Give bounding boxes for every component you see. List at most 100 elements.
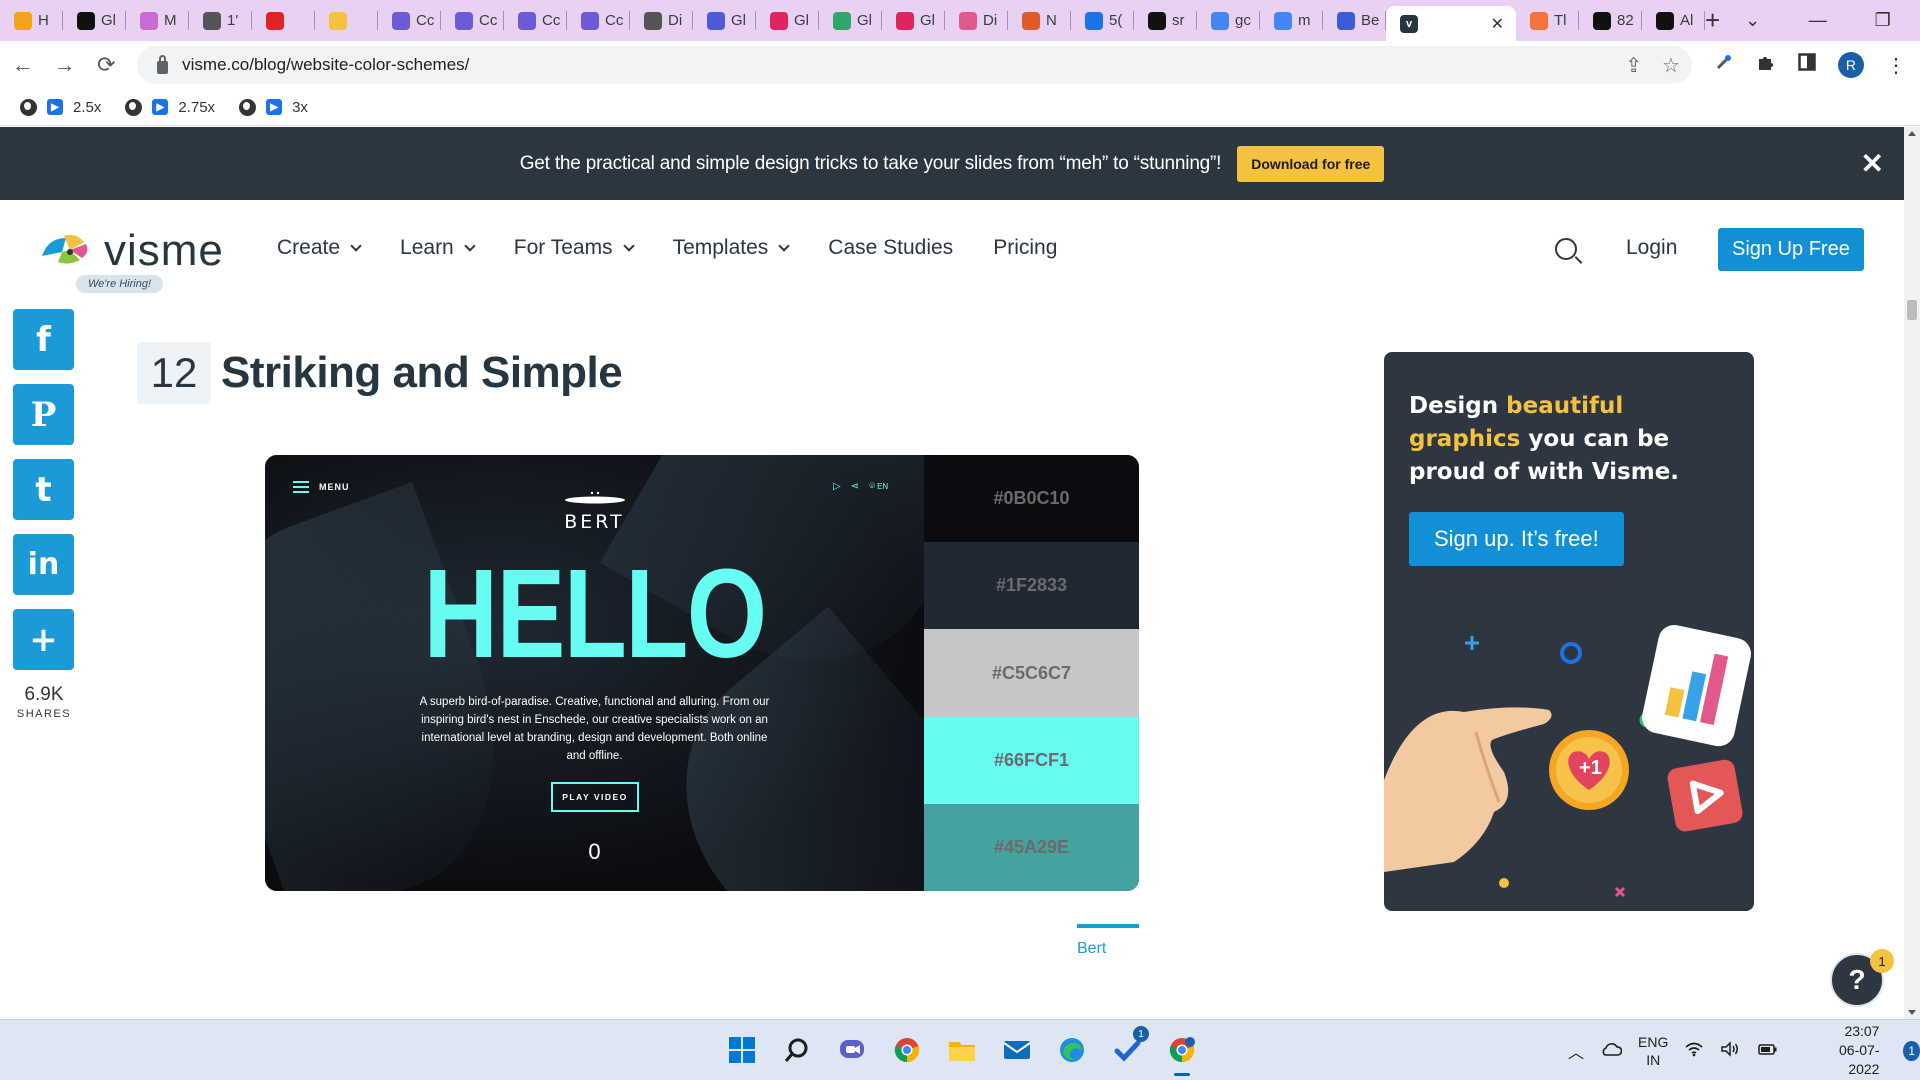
bookmark-item[interactable]: ▶ 2.75x: [125, 98, 215, 116]
browser-tab[interactable]: Be: [1323, 0, 1386, 41]
browser-tab[interactable]: Gl: [882, 0, 945, 41]
page-scrollbar[interactable]: [1904, 127, 1920, 1019]
help-badge: 1: [1870, 949, 1894, 973]
nav-item-case-studies[interactable]: Case Studies: [828, 236, 953, 260]
browser-tab[interactable]: Gl: [819, 0, 882, 41]
bookmark-item[interactable]: ▶ 2.5x: [20, 98, 101, 116]
chevron-up-icon[interactable]: ︿: [1568, 1039, 1584, 1063]
globe-icon: [20, 98, 37, 116]
wifi-icon[interactable]: [1684, 1041, 1704, 1060]
search-icon[interactable]: [1555, 238, 1577, 260]
cloud-icon: [455, 11, 473, 30]
browser-tab[interactable]: Al: [1642, 0, 1705, 41]
main-menu: Create Learn For Teams Templates Case Studie…: [277, 236, 1057, 260]
browser-tab[interactable]: M: [126, 0, 189, 41]
edge-icon[interactable]: [1052, 1030, 1092, 1070]
download-free-button[interactable]: Download for free: [1237, 145, 1385, 182]
back-button[interactable]: ←: [4, 46, 42, 84]
forward-button[interactable]: →: [46, 46, 84, 84]
more-share-button[interactable]: +: [13, 609, 74, 670]
clock[interactable]: 23:07 06-07-2022: [1820, 1022, 1879, 1079]
circle-icon: [896, 11, 914, 30]
sign-up-free-button[interactable]: Sign Up Free: [1718, 228, 1864, 271]
address-bar[interactable]: visme.co/blog/website-color-schemes/ ⇪ ☆: [137, 46, 1692, 84]
nav-item-learn[interactable]: Learn: [400, 236, 476, 260]
browser-tab[interactable]: Cc: [567, 0, 630, 41]
close-promo-icon[interactable]: ✕: [1861, 147, 1884, 180]
browser-tab[interactable]: Cc: [441, 0, 504, 41]
file-explorer-icon[interactable]: [942, 1030, 982, 1070]
twitter-share-button[interactable]: t: [13, 459, 74, 520]
restore-button[interactable]: ❐: [1850, 0, 1915, 41]
browser-tab[interactable]: [315, 0, 378, 41]
browser-tab[interactable]: Tl: [1516, 0, 1579, 41]
ad-signup-button[interactable]: Sign up. It’s free!: [1409, 512, 1624, 566]
bookmark-star-icon[interactable]: ☆: [1662, 53, 1680, 78]
language-indicator[interactable]: ENG IN: [1638, 1033, 1668, 1069]
browser-tab[interactable]: Cc: [378, 0, 441, 41]
windows-start-icon[interactable]: [722, 1030, 762, 1070]
nav-item-for-teams[interactable]: For Teams: [514, 236, 635, 260]
browser-tab[interactable]: Di: [945, 0, 1008, 41]
close-window-button[interactable]: ✕: [1915, 0, 1920, 41]
share-icon[interactable]: ⇪: [1625, 53, 1642, 78]
facebook-share-button[interactable]: f: [13, 309, 74, 370]
bookmark-item[interactable]: ▶ 3x: [239, 98, 308, 116]
profile-avatar[interactable]: R: [1837, 52, 1864, 78]
browser-tab[interactable]: Cc: [504, 0, 567, 41]
login-link[interactable]: Login: [1626, 236, 1677, 260]
onedrive-cloud-icon[interactable]: [1600, 1042, 1623, 1059]
browser-tab[interactable]: [252, 0, 315, 41]
close-tab-icon[interactable]: ✕: [1491, 14, 1504, 34]
browser-tab[interactable]: N: [1008, 0, 1071, 41]
tab-search-icon[interactable]: ⌄: [1720, 0, 1785, 41]
plus-icon: [1465, 636, 1479, 650]
new-tab-button[interactable]: +: [1705, 0, 1720, 41]
volume-icon[interactable]: [1720, 1041, 1740, 1060]
scheme-tab-label[interactable]: Bert: [1077, 940, 1139, 958]
browser-tab-active[interactable]: v ✕: [1386, 6, 1516, 41]
pinterest-share-button[interactable]: P: [13, 384, 74, 445]
linkedin-share-button[interactable]: in: [13, 534, 74, 595]
chat-icon[interactable]: [832, 1030, 872, 1070]
chrome-profile-icon[interactable]: [1162, 1030, 1202, 1076]
chrome-icon[interactable]: [887, 1030, 927, 1070]
browser-tab[interactable]: m: [1260, 0, 1323, 41]
browser-tab[interactable]: 1': [189, 0, 252, 41]
browser-tab[interactable]: 82: [1579, 0, 1642, 41]
scroll-up-icon[interactable]: [1908, 131, 1916, 136]
browser-tab[interactable]: Gl: [63, 0, 126, 41]
minimize-button[interactable]: —: [1785, 0, 1850, 41]
chevron-down-icon: [622, 240, 635, 252]
todo-icon[interactable]: 1: [1107, 1026, 1149, 1070]
scroll-down-icon[interactable]: [1908, 1010, 1916, 1015]
side-panel-icon[interactable]: [1798, 53, 1816, 77]
battery-icon[interactable]: [1756, 1042, 1778, 1059]
lock-icon[interactable]: [157, 54, 169, 74]
url-text[interactable]: visme.co/blog/website-color-schemes/: [182, 55, 469, 75]
nav-item-create[interactable]: Create: [277, 236, 362, 260]
dot-icon: [1499, 878, 1509, 888]
hiring-badge[interactable]: We're Hiring!: [76, 275, 164, 293]
mail-icon[interactable]: [997, 1030, 1037, 1070]
eyedropper-extension-icon[interactable]: [1714, 52, 1734, 78]
browser-tab[interactable]: gc: [1197, 0, 1260, 41]
search-icon[interactable]: [777, 1030, 817, 1070]
scheme-tab[interactable]: Bert: [1077, 924, 1139, 958]
nav-item-templates[interactable]: Templates: [673, 236, 790, 260]
video-play-card-icon: [1667, 759, 1743, 832]
browser-tab[interactable]: sr: [1134, 0, 1197, 41]
chrome-menu-icon[interactable]: ⋮: [1886, 53, 1906, 78]
visme-logo[interactable]: visme We're Hiring!: [40, 226, 240, 293]
notification-badge[interactable]: 1: [1903, 1040, 1920, 1061]
browser-tab[interactable]: 5(: [1071, 0, 1134, 41]
browser-tab[interactable]: Gl: [756, 0, 819, 41]
browser-tab[interactable]: H: [0, 0, 63, 41]
tab-strip: H Gl M 1' Cc Cc Cc Cc Di Gl Gl Gl Gl Di N 5(sr gc m Be v ✕ Tl…: [0, 0, 1920, 41]
extensions-puzzle-icon[interactable]: [1756, 52, 1776, 78]
reload-button[interactable]: ⟳: [87, 46, 125, 84]
browser-tab[interactable]: Gl: [693, 0, 756, 41]
nav-item-pricing[interactable]: Pricing: [993, 236, 1057, 260]
browser-tab[interactable]: Di: [630, 0, 693, 41]
scroll-thumb[interactable]: [1907, 300, 1917, 320]
